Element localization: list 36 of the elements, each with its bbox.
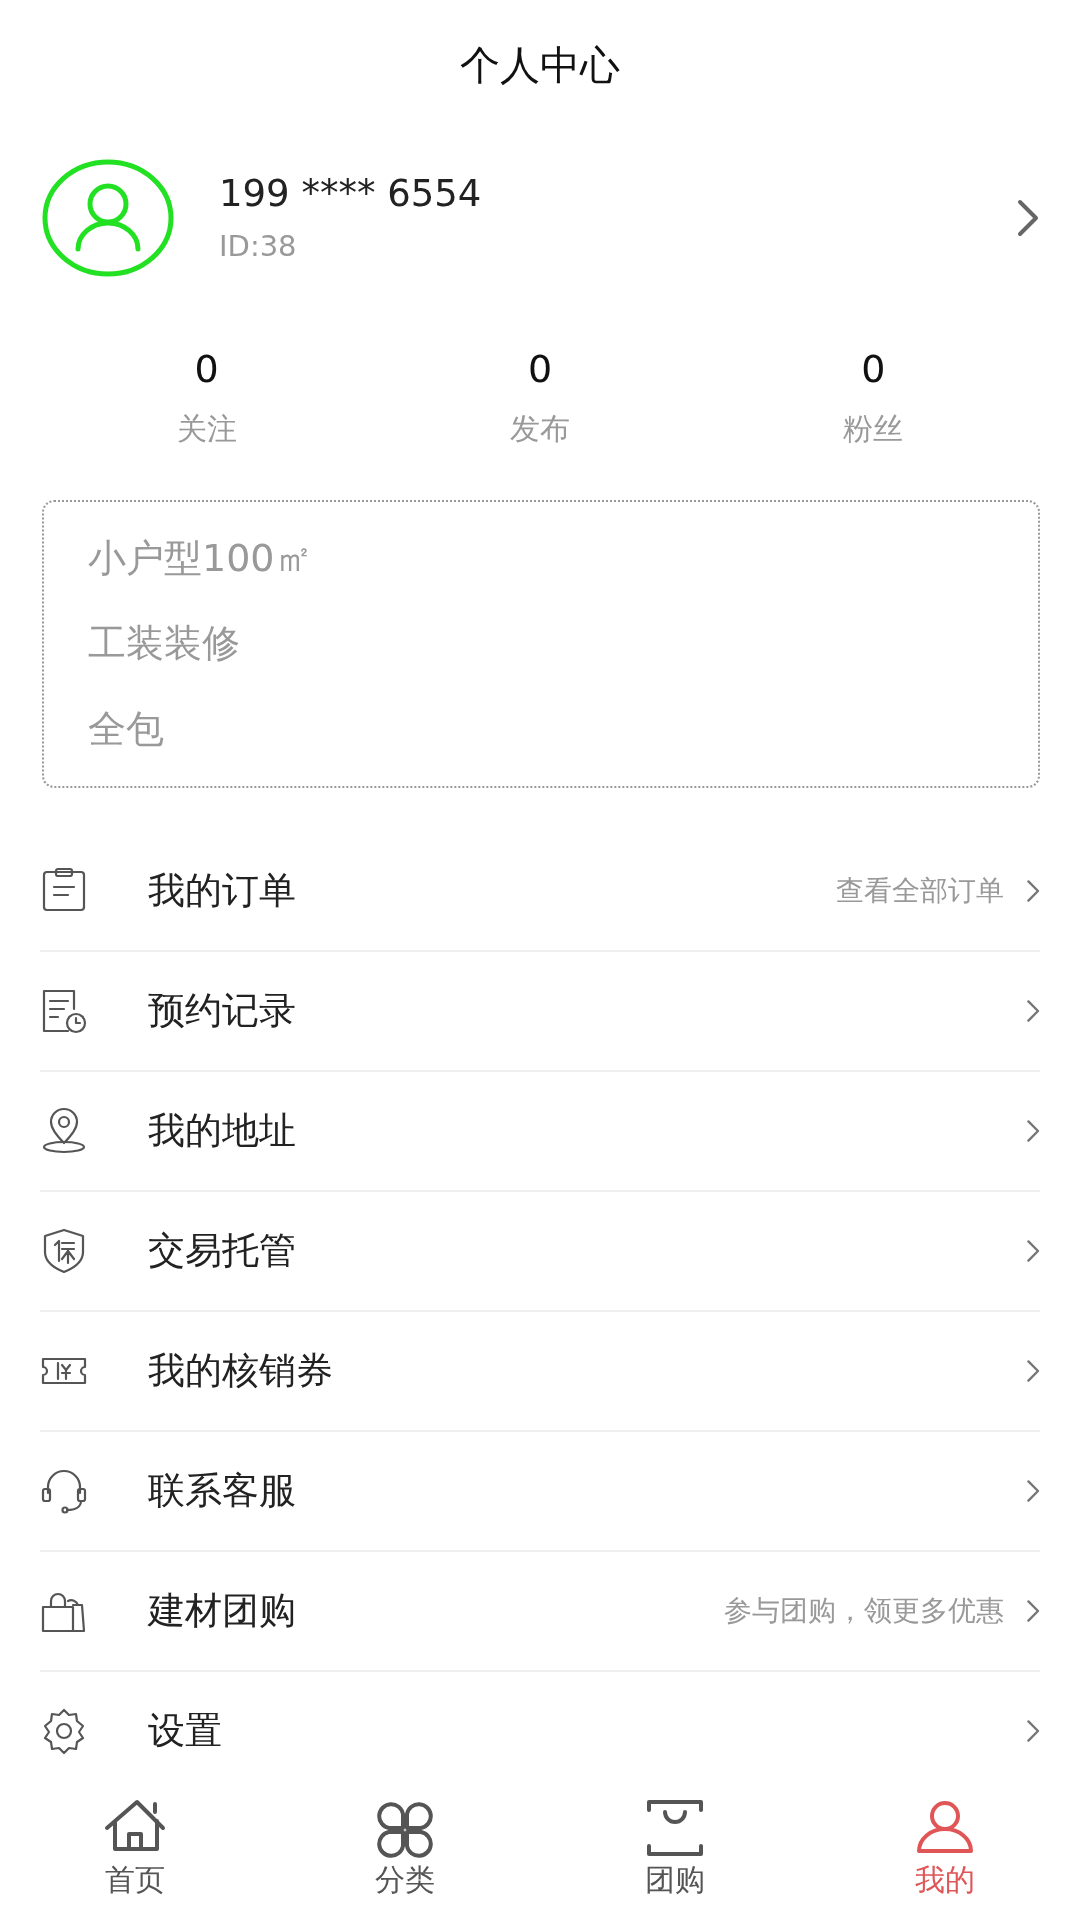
chevron-icon <box>1025 1719 1040 1743</box>
chevron-icon <box>1016 197 1040 238</box>
document-clock-icon <box>40 987 88 1035</box>
menu-item[interactable]: 设置 <box>148 1706 1026 1756</box>
menu-item[interactable]: 联系客服 <box>148 1466 1026 1516</box>
avatar-icon[interactable] <box>42 158 174 277</box>
stat-value: 0 <box>527 346 553 391</box>
location-pin-icon <box>40 1107 88 1155</box>
chevron-icon <box>1025 879 1040 903</box>
tag-text: 全包 <box>88 705 165 753</box>
tag-text: 工装装修 <box>88 620 241 668</box>
chevron-icon <box>1025 1479 1040 1503</box>
chevron-icon <box>1025 1119 1040 1143</box>
menu-item[interactable]: 我的核销券 <box>148 1346 1026 1396</box>
stat-value: 0 <box>194 346 219 391</box>
tab-item[interactable]: 团购 <box>540 1790 810 1920</box>
tag-text: 小户型100㎡ <box>88 534 314 582</box>
tab-item[interactable]: 我的 <box>810 1790 1080 1920</box>
stat-value: 0 <box>861 346 886 391</box>
chevron-icon <box>1025 1599 1040 1623</box>
chevron-icon <box>1025 999 1040 1023</box>
headset-icon <box>40 1467 88 1515</box>
menu-item[interactable]: 我的地址 <box>148 1106 1026 1156</box>
menu-hint: 查看全部订单 <box>835 873 1004 909</box>
menu-hint: 参与团购，领更多优惠 <box>723 1593 1004 1629</box>
menu-item[interactable]: 建材团购 <box>148 1586 724 1636</box>
phone-number: 199 **** 6554 <box>219 172 483 216</box>
menu-item[interactable]: 预约记录 <box>148 986 1026 1036</box>
user-id: ID:38 <box>219 229 298 264</box>
chevron-icon <box>1025 1239 1040 1263</box>
tab-item[interactable]: 首页 <box>0 1790 270 1920</box>
chevron-icon <box>1025 1359 1040 1383</box>
tab-item[interactable]: 分类 <box>270 1790 540 1920</box>
menu-item[interactable]: 我的订单 <box>148 866 836 916</box>
page-title: 个人中心 <box>460 41 620 91</box>
menu-item[interactable]: 交易托管 <box>148 1226 1026 1276</box>
